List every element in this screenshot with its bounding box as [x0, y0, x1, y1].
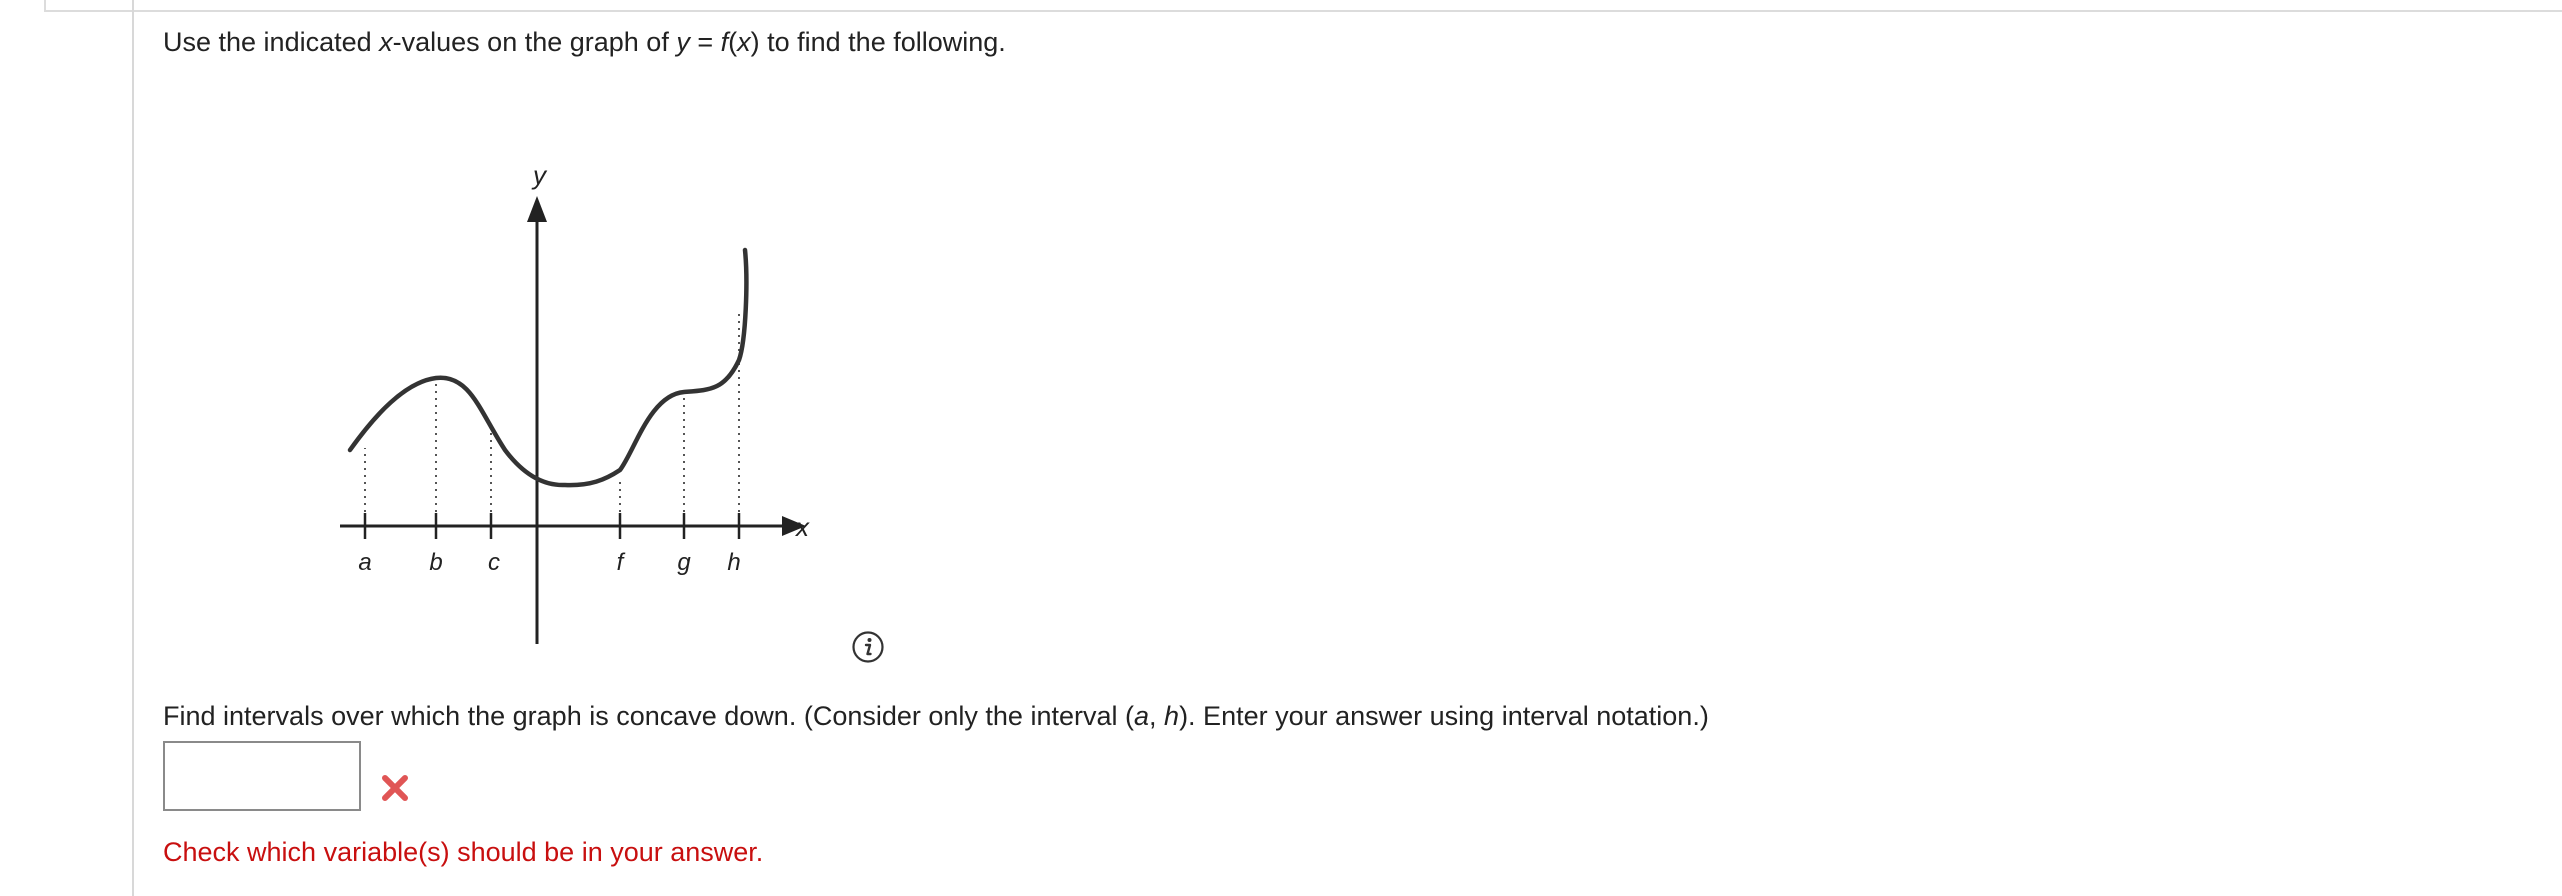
intro-suffix: ) to find the following.: [750, 27, 1006, 57]
question-page: Use the indicated x-values on the graph …: [0, 0, 2562, 896]
tick-label-f: f: [617, 549, 626, 576]
intro-func-arg: x: [737, 27, 751, 57]
intro-prefix: Use the indicated: [163, 27, 380, 57]
prompt-comma: ,: [1149, 701, 1165, 731]
question-intro: Use the indicated x-values on the graph …: [163, 24, 1006, 60]
info-icon[interactable]: [851, 630, 885, 664]
prompt-var-a: a: [1133, 701, 1150, 731]
prompt-var-h: h: [1164, 701, 1180, 731]
intro-var-x: x: [379, 27, 393, 57]
intro-func: f: [720, 27, 729, 57]
prompt-prefix: Find intervals over which the graph is c…: [163, 701, 1134, 731]
tick-label-g: g: [677, 549, 691, 576]
y-axis-arrow: [527, 196, 547, 222]
function-graph: y x a b c f g h: [340, 160, 810, 644]
left-margin-rule: [132, 0, 134, 896]
dotted-guides: [364, 310, 740, 526]
x-mark-icon: [382, 775, 408, 801]
tick-label-h: h: [727, 549, 740, 576]
prompt-suffix: ). Enter your answer using interval nota…: [1179, 701, 1709, 731]
tick-label-b: b: [429, 549, 442, 576]
tick-label-a: a: [358, 549, 371, 576]
top-divider-edge: [44, 0, 46, 12]
answer-input[interactable]: [163, 741, 361, 811]
top-divider: [44, 0, 2562, 12]
x-axis-label: x: [794, 512, 810, 542]
part-prompt: Find intervals over which the graph is c…: [163, 698, 1709, 734]
feedback-message: Check which variable(s) should be in you…: [163, 837, 764, 867]
intro-equals: =: [689, 27, 721, 57]
tick-label-c: c: [488, 549, 500, 576]
function-curve: [347, 247, 749, 488]
intro-mid: -values on the graph of: [392, 27, 677, 57]
intro-var-y: y: [676, 27, 690, 57]
intro-paren: (: [728, 27, 738, 57]
y-axis-label: y: [531, 160, 548, 190]
